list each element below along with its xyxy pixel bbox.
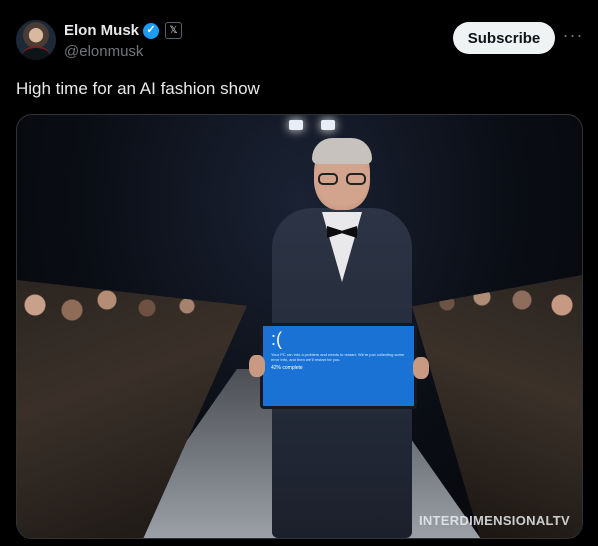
blue-screen: :( Your PC ran into a problem and needs … [263,326,414,406]
bsod-progress: 42% complete [271,365,303,371]
glasses [318,173,366,185]
hair [312,138,372,164]
right-hand [413,357,429,379]
avatar[interactable] [16,20,56,60]
left-hand [249,355,265,377]
avatar-shirt [22,46,50,60]
tweet-text: High time for an AI fashion show [16,79,260,98]
tweet-media-image[interactable]: :( Your PC ran into a problem and needs … [16,114,583,539]
author-name-row: Elon Musk ✓ 𝕏 [64,22,183,39]
subscribe-button[interactable]: Subscribe [453,22,555,54]
laptop-screen: :( Your PC ran into a problem and needs … [260,323,417,409]
x-logo-icon: 𝕏 [165,22,183,39]
bsod-message: Your PC ran into a problem and needs to … [271,352,405,362]
bsod-face: :( [271,329,282,349]
author-handle[interactable]: @elonmusk [64,43,143,60]
stage-lights [282,115,342,135]
watermark: INTERDIMENSIONALTV [418,513,570,528]
verified-badge-icon: ✓ [143,22,160,39]
tweet-header: Elon Musk ✓ 𝕏 @elonmusk Subscribe ··· [0,0,598,70]
author-display-name[interactable]: Elon Musk [64,22,139,39]
more-options-icon[interactable]: ··· [562,26,584,48]
